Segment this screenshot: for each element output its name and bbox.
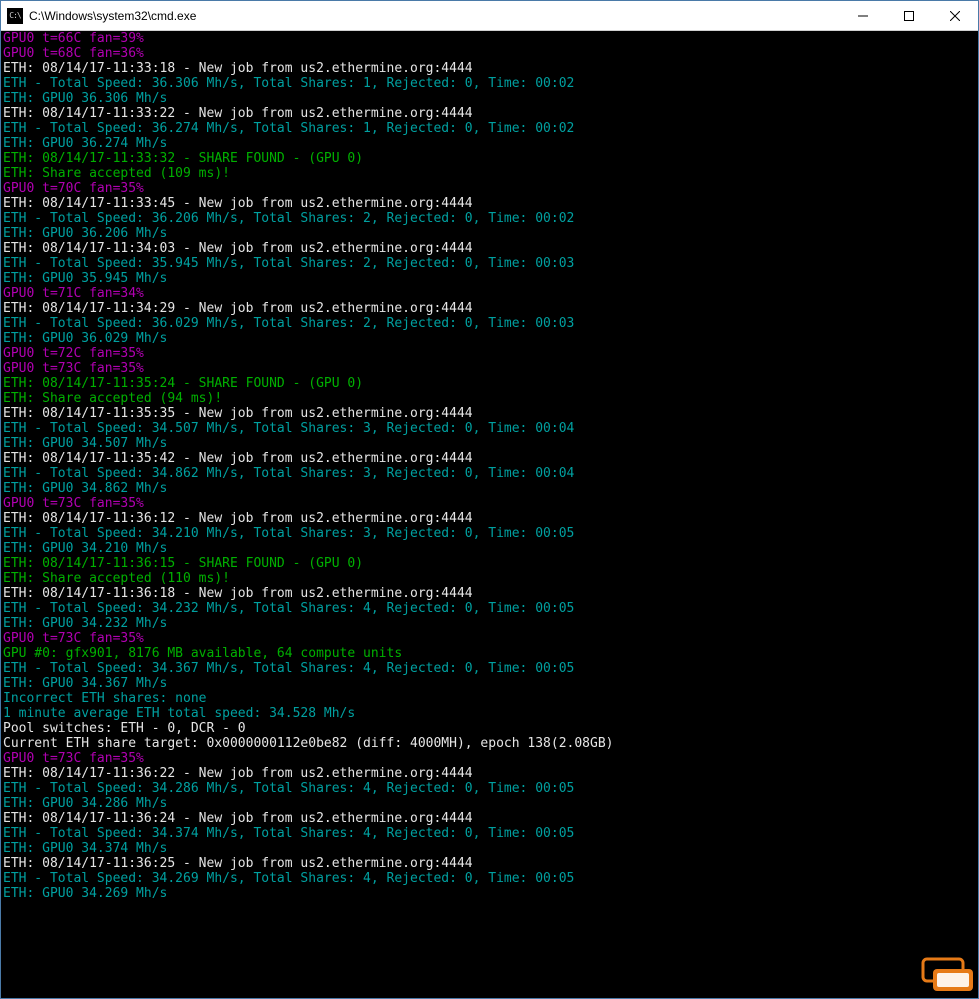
terminal-line: ETH - Total Speed: 36.306 Mh/s, Total Sh…	[3, 76, 976, 91]
terminal-line: ETH: 08/14/17-11:33:22 - New job from us…	[3, 106, 976, 121]
terminal-line: ETH: GPU0 36.306 Mh/s	[3, 91, 976, 106]
terminal-line: 1 minute average ETH total speed: 34.528…	[3, 706, 976, 721]
terminal-line: ETH - Total Speed: 34.286 Mh/s, Total Sh…	[3, 781, 976, 796]
terminal-line: ETH: 08/14/17-11:35:42 - New job from us…	[3, 451, 976, 466]
terminal-line: ETH: GPU0 34.286 Mh/s	[3, 796, 976, 811]
terminal-line: GPU0 t=73C fan=35%	[3, 496, 976, 511]
terminal-line: ETH: GPU0 34.210 Mh/s	[3, 541, 976, 556]
terminal-line: ETH: GPU0 35.945 Mh/s	[3, 271, 976, 286]
terminal-line: Current ETH share target: 0x0000000112e0…	[3, 736, 976, 751]
terminal-line: ETH: 08/14/17-11:35:24 - SHARE FOUND - (…	[3, 376, 976, 391]
maximize-icon	[904, 11, 914, 21]
terminal-line: ETH: 08/14/17-11:36:24 - New job from us…	[3, 811, 976, 826]
minimize-icon	[858, 11, 868, 21]
terminal-line: ETH: GPU0 36.274 Mh/s	[3, 136, 976, 151]
terminal-line: GPU0 t=73C fan=35%	[3, 751, 976, 766]
terminal-line: Pool switches: ETH - 0, DCR - 0	[3, 721, 976, 736]
window-controls	[840, 1, 978, 30]
terminal-line: ETH: 08/14/17-11:36:22 - New job from us…	[3, 766, 976, 781]
terminal-line: ETH: 08/14/17-11:36:25 - New job from us…	[3, 856, 976, 871]
terminal-line: ETH: Share accepted (109 ms)!	[3, 166, 976, 181]
terminal-line: ETH - Total Speed: 34.367 Mh/s, Total Sh…	[3, 661, 976, 676]
terminal-line: GPU0 t=70C fan=35%	[3, 181, 976, 196]
terminal-line: ETH: 08/14/17-11:33:32 - SHARE FOUND - (…	[3, 151, 976, 166]
terminal-line: ETH - Total Speed: 34.269 Mh/s, Total Sh…	[3, 871, 976, 886]
terminal-line: ETH - Total Speed: 36.029 Mh/s, Total Sh…	[3, 316, 976, 331]
cmd-icon: C:\	[7, 8, 23, 24]
terminal-line: ETH: GPU0 34.269 Mh/s	[3, 886, 976, 901]
terminal-line: ETH: 08/14/17-11:34:03 - New job from us…	[3, 241, 976, 256]
terminal-line: ETH: 08/14/17-11:36:12 - New job from us…	[3, 511, 976, 526]
terminal-line: GPU0 t=66C fan=39%	[3, 31, 976, 46]
minimize-button[interactable]	[840, 1, 886, 30]
terminal-line: ETH: GPU0 36.206 Mh/s	[3, 226, 976, 241]
terminal-line: ETH - Total Speed: 34.507 Mh/s, Total Sh…	[3, 421, 976, 436]
terminal-line: ETH - Total Speed: 34.232 Mh/s, Total Sh…	[3, 601, 976, 616]
terminal-line: ETH: Share accepted (110 ms)!	[3, 571, 976, 586]
terminal-line: ETH - Total Speed: 36.274 Mh/s, Total Sh…	[3, 121, 976, 136]
terminal-line: Incorrect ETH shares: none	[3, 691, 976, 706]
maximize-button[interactable]	[886, 1, 932, 30]
terminal-line: ETH: 08/14/17-11:35:35 - New job from us…	[3, 406, 976, 421]
terminal-output[interactable]: GPU0 t=66C fan=39%GPU0 t=68C fan=36%ETH:…	[1, 31, 978, 998]
terminal-line: ETH: 08/14/17-11:33:18 - New job from us…	[3, 61, 976, 76]
terminal-line: GPU0 t=68C fan=36%	[3, 46, 976, 61]
terminal-line: GPU0 t=72C fan=35%	[3, 346, 976, 361]
terminal-line: ETH - Total Speed: 34.210 Mh/s, Total Sh…	[3, 526, 976, 541]
terminal-line: GPU0 t=71C fan=34%	[3, 286, 976, 301]
terminal-line: GPU0 t=73C fan=35%	[3, 361, 976, 376]
terminal-line: ETH: GPU0 34.862 Mh/s	[3, 481, 976, 496]
terminal-line: ETH - Total Speed: 34.374 Mh/s, Total Sh…	[3, 826, 976, 841]
watermark-logo	[905, 955, 977, 997]
titlebar[interactable]: C:\ C:\Windows\system32\cmd.exe	[1, 1, 978, 31]
close-button[interactable]	[932, 1, 978, 30]
terminal-line: ETH: GPU0 34.507 Mh/s	[3, 436, 976, 451]
terminal-line: ETH: 08/14/17-11:36:15 - SHARE FOUND - (…	[3, 556, 976, 571]
cmd-window: C:\ C:\Windows\system32\cmd.exe GPU0 t=6…	[0, 0, 979, 999]
terminal-line: GPU #0: gfx901, 8176 MB available, 64 co…	[3, 646, 976, 661]
terminal-line: ETH: 08/14/17-11:33:45 - New job from us…	[3, 196, 976, 211]
window-title: C:\Windows\system32\cmd.exe	[29, 9, 840, 23]
terminal-line: GPU0 t=73C fan=35%	[3, 631, 976, 646]
terminal-line: ETH: GPU0 36.029 Mh/s	[3, 331, 976, 346]
terminal-line: ETH: GPU0 34.232 Mh/s	[3, 616, 976, 631]
terminal-line: ETH - Total Speed: 34.862 Mh/s, Total Sh…	[3, 466, 976, 481]
terminal-line: ETH - Total Speed: 35.945 Mh/s, Total Sh…	[3, 256, 976, 271]
terminal-line: ETH: 08/14/17-11:36:18 - New job from us…	[3, 586, 976, 601]
terminal-line: ETH: GPU0 34.374 Mh/s	[3, 841, 976, 856]
terminal-line: ETH: Share accepted (94 ms)!	[3, 391, 976, 406]
terminal-line: ETH: 08/14/17-11:34:29 - New job from us…	[3, 301, 976, 316]
close-icon	[950, 11, 960, 21]
terminal-line: ETH - Total Speed: 36.206 Mh/s, Total Sh…	[3, 211, 976, 226]
terminal-line: ETH: GPU0 34.367 Mh/s	[3, 676, 976, 691]
